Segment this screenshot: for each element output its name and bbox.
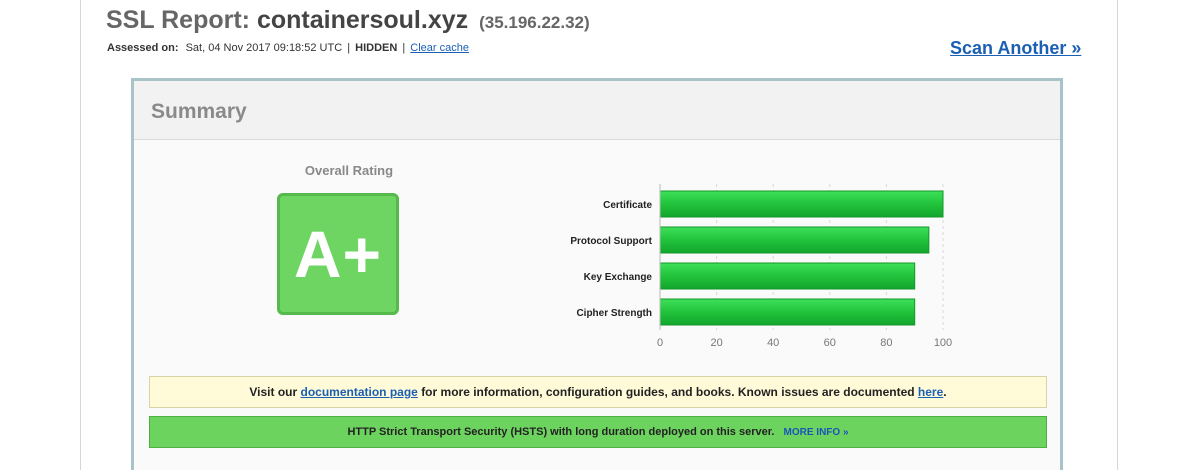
- hsts-notice: HTTP Strict Transport Security (HSTS) wi…: [149, 416, 1047, 448]
- scan-another-link[interactable]: Scan Another »: [950, 38, 1081, 59]
- bar-protocol-support: [659, 226, 930, 254]
- x-tick-label: 80: [880, 337, 892, 349]
- doc-text-after: for more information, configuration guid…: [421, 385, 915, 399]
- grade-badge: A+: [277, 193, 399, 315]
- page-title: SSL Report: containersoul.xyz (35.196.22…: [106, 6, 590, 35]
- x-tick-label: 40: [767, 337, 779, 349]
- title-prefix: SSL Report:: [106, 6, 250, 34]
- summary-header: Summary: [134, 81, 1060, 140]
- bar-label: Cipher Strength: [576, 308, 652, 319]
- documentation-notice: Visit our documentation page for more in…: [149, 376, 1047, 408]
- bar-label: Certificate: [603, 200, 652, 211]
- hsts-text: HTTP Strict Transport Security (HSTS) wi…: [347, 426, 775, 438]
- bar-key-exchange: [659, 262, 916, 290]
- assessed-date: Sat, 04 Nov 2017 09:18:52 UTC: [185, 42, 343, 54]
- summary-panel: Summary Overall Rating A+ 0 20 40 60 80 100 Ce…: [131, 78, 1063, 470]
- x-tick-label: 0: [657, 337, 663, 349]
- ip-address: (35.196.22.32): [479, 13, 590, 32]
- known-issues-link[interactable]: here: [918, 385, 943, 399]
- assessed-label: Assessed on:: [107, 42, 179, 54]
- more-info-link[interactable]: MORE INFO »: [784, 427, 849, 438]
- bar-label: Key Exchange: [584, 272, 653, 283]
- bar-certificate: [659, 190, 944, 218]
- x-tick-label: 60: [824, 337, 836, 349]
- hostname: containersoul.xyz: [256, 6, 469, 34]
- doc-period: .: [943, 385, 947, 399]
- rating-chart-svg: 0 20 40 60 80 100 Certificate Protocol Support K…: [570, 184, 952, 349]
- separator: |: [402, 42, 406, 54]
- overall-rating-label: Overall Rating: [304, 163, 394, 178]
- x-tick-label: 100: [934, 337, 952, 349]
- clear-cache-link[interactable]: Clear cache: [410, 42, 469, 54]
- summary-title: Summary: [151, 100, 247, 123]
- separator: |: [347, 42, 351, 54]
- bar-cipher-strength: [659, 298, 916, 326]
- assessment-info: Assessed on: Sat, 04 Nov 2017 09:18:52 U…: [107, 42, 469, 54]
- x-tick-label: 20: [710, 337, 722, 349]
- doc-text-before: Visit our: [249, 385, 298, 399]
- grade-value: A+: [293, 217, 383, 291]
- bar-label: Protocol Support: [570, 236, 652, 247]
- rating-chart: 0 20 40 60 80 100 Certificate Protocol Support K…: [534, 176, 974, 351]
- hidden-flag: HIDDEN: [355, 42, 398, 54]
- documentation-link[interactable]: documentation page: [301, 385, 418, 399]
